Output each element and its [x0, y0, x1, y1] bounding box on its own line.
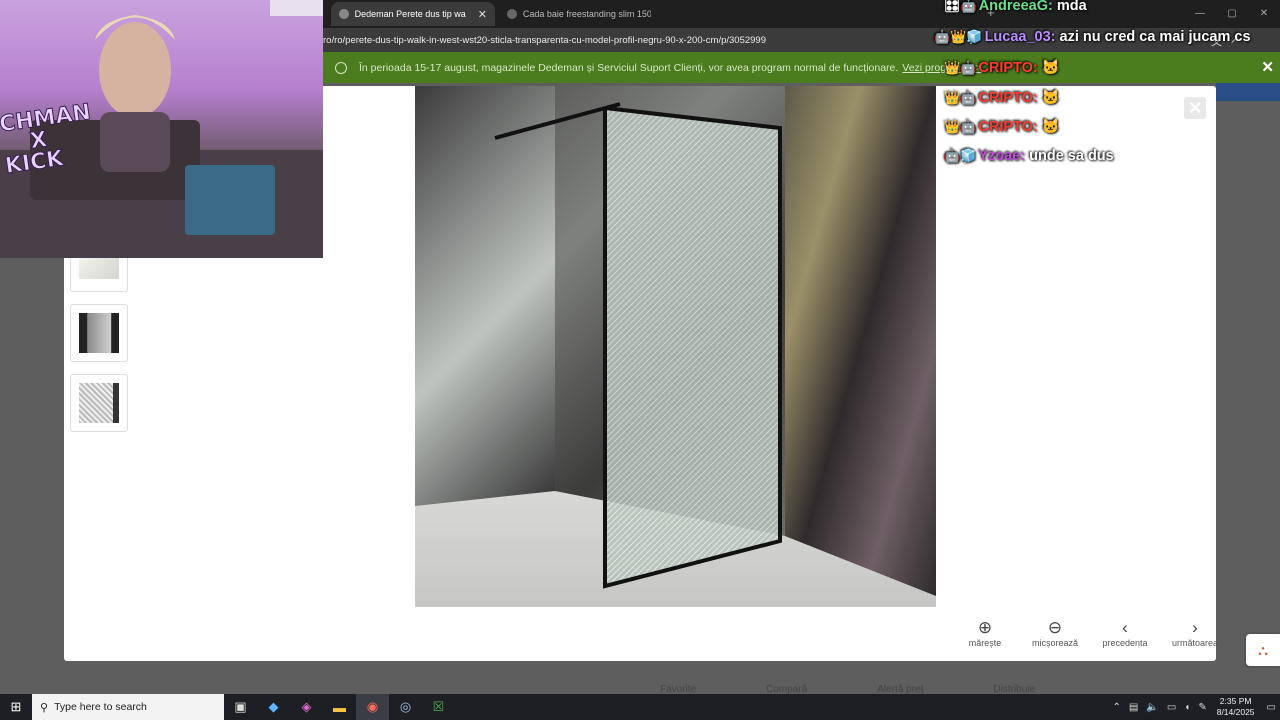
tray-app-icon[interactable]: ▤ — [1129, 702, 1138, 713]
thumbnail-item[interactable] — [70, 304, 128, 362]
zoom-out-icon: ⊖ — [1047, 618, 1063, 637]
chat-badge-icon: 👑🤖 — [944, 119, 977, 134]
window-controls: — ▢ ✕ — [1184, 0, 1280, 28]
search-icon: ⚲ — [40, 701, 49, 714]
chat-username: CRIPTO: — [978, 119, 1038, 135]
tab-title: Dedeman Perete dus tip walk-in — [354, 9, 466, 19]
tab-dedeman-shower-wall[interactable]: Dedeman Perete dus tip walk-in ✕ — [331, 2, 495, 26]
tab-close-icon[interactable]: ✕ — [478, 8, 487, 21]
notifications-icon[interactable]: ▭ — [1267, 702, 1276, 713]
close-window-button[interactable]: ✕ — [1248, 0, 1280, 28]
chat-message: 👑🤖 CRIPTO: 🐱 — [944, 59, 1060, 76]
notice-banner: În perioada 15-17 august, magazinele Ded… — [323, 52, 1280, 83]
help-chat-button[interactable]: ⛬ — [1246, 634, 1280, 666]
chat-username: CRIPTO: — [978, 60, 1038, 76]
dedeman-favicon-icon — [339, 9, 349, 19]
chat-badge-icon: 👑🤖 — [944, 60, 977, 75]
taskbar-search-placeholder: Type here to search — [54, 701, 147, 713]
chat-message: 👑🤖 CRIPTO: 🐱 — [944, 89, 1060, 106]
product-main-image[interactable] — [415, 86, 936, 607]
pen-icon[interactable]: ✎ — [1198, 702, 1206, 713]
windows-logo-icon: ⊞ — [10, 699, 22, 714]
taskbar-search-box[interactable]: ⚲ Type here to search — [32, 694, 224, 720]
start-button[interactable]: ⊞ — [0, 694, 32, 720]
chat-text: 🐱 — [1041, 119, 1060, 135]
zoom-in-button[interactable]: ⊕ mărește — [950, 618, 1020, 648]
chat-message: 🤖👑🧊 Lucaa_03: azi nu cred ca mai jucam cs — [934, 29, 1251, 45]
thumbnail-item[interactable] — [70, 374, 128, 432]
page-favicon-icon — [507, 9, 517, 19]
chat-badge-icon: 🤖🧊 — [944, 148, 977, 163]
chat-message: 👑🤖 CRIPTO: 🐱 — [944, 118, 1060, 135]
spreadsheet-app-icon[interactable]: ☒ — [422, 694, 455, 720]
zoom-out-button[interactable]: ⊖ micșorează — [1020, 618, 1090, 648]
clock-time: 2:35 PM — [1219, 696, 1252, 706]
taskbar-clock[interactable]: 2:35 PM 8/14/2025 — [1217, 696, 1255, 718]
chat-username: AndreeaG: — [978, 0, 1053, 14]
chat-text: mda — [1056, 0, 1087, 14]
chevron-right-icon: › — [1192, 618, 1198, 637]
chat-badge-icon: 🤖👑🧊 — [934, 29, 983, 44]
chat-text: unde sa dus — [1029, 148, 1114, 164]
network-icon[interactable]: ▭ — [1167, 702, 1176, 713]
chat-text: 🐱 — [1041, 60, 1060, 76]
thumbnail-strip — [70, 250, 128, 444]
tab-title: Cada baie freestanding slim 150 x 7 — [522, 9, 651, 19]
url-text[interactable]: ro/ro/perete-dus-tip-walk-in-west-wst20-… — [323, 35, 766, 46]
minimize-button[interactable]: — — [1184, 0, 1216, 28]
zoom-out-label: micșorează — [1031, 638, 1078, 648]
notice-close-button[interactable]: ✕ — [1261, 58, 1274, 76]
chevron-left-icon: ‹ — [1122, 618, 1128, 637]
chat-message: 🎛🤖 AndreeaG: mda — [944, 0, 1087, 14]
webcam-channel-label: CHMAN X KICK — [0, 99, 98, 179]
chat-text: azi nu cred ca mai jucam cs — [1059, 29, 1251, 45]
chat-username: Lucaa_03: — [984, 29, 1056, 45]
chat-message: 🤖🧊 Yzoae: unde sa dus — [944, 148, 1114, 164]
viewer-close-button[interactable]: ✕ — [1184, 97, 1206, 119]
browser-app-icon[interactable]: ◉ — [356, 694, 389, 720]
browser-tab-bar: Dedeman Perete dus tip walk-in ✕ Cada ba… — [323, 0, 1280, 28]
windows-taskbar: ⊞ ⚲ Type here to search ▣ ◆ ◈ ▬ ◉ ◎ ☒ ⌃ … — [0, 694, 1280, 720]
tab-freestanding-bathtub[interactable]: Cada baie freestanding slim 150 x 7 — [499, 2, 659, 26]
chat-text: 🐱 — [1041, 90, 1060, 106]
previous-label: precedenta — [1102, 638, 1148, 648]
site-header-strip — [1216, 83, 1280, 101]
clock-date: 8/14/2025 — [1216, 707, 1255, 717]
zoom-in-icon: ⊕ — [977, 618, 993, 637]
volume-icon[interactable]: 🔈 — [1146, 702, 1158, 713]
speaker-icon[interactable]: ◖ — [1184, 702, 1190, 713]
thumbnail-image — [79, 383, 119, 423]
chat-badge-icon: 🎛🤖 — [944, 0, 977, 13]
viewer-controls: ⊕ mărește ⊖ micșorează ‹ precedenta › ur… — [950, 618, 1230, 648]
thumbnail-image — [79, 313, 119, 353]
shower-wall-photo — [415, 86, 936, 607]
chat-username: CRIPTO: — [978, 90, 1038, 106]
chat-badge-icon: 👑🤖 — [944, 90, 977, 105]
task-view-icon[interactable]: ▣ — [224, 694, 257, 720]
system-tray: ⌃ ▤ 🔈 ▭ ◖ ✎ 2:35 PM 8/14/2025 ▭ — [1109, 694, 1280, 720]
streamer-webcam-overlay: CHMAN X KICK — [0, 0, 323, 258]
chevron-up-icon[interactable]: ⌃ — [1113, 702, 1121, 713]
notice-text: În perioada 15-17 august, magazinele Ded… — [359, 61, 899, 74]
next-label: următoarea — [1171, 638, 1219, 648]
file-explorer-icon[interactable]: ▬ — [323, 694, 356, 720]
next-image-button[interactable]: › următoarea — [1160, 618, 1230, 648]
steam-icon[interactable]: ◎ — [389, 694, 422, 720]
microsoft-365-icon[interactable]: ◈ — [290, 694, 323, 720]
info-icon — [335, 61, 347, 74]
copilot-icon[interactable]: ◆ — [257, 694, 290, 720]
support-icon: ⛬ — [1258, 642, 1268, 658]
zoom-in-label: mărește — [968, 638, 1002, 648]
chat-username: Yzoae: — [978, 148, 1026, 164]
previous-image-button[interactable]: ‹ precedenta — [1090, 618, 1160, 648]
maximize-button[interactable]: ▢ — [1216, 0, 1248, 28]
